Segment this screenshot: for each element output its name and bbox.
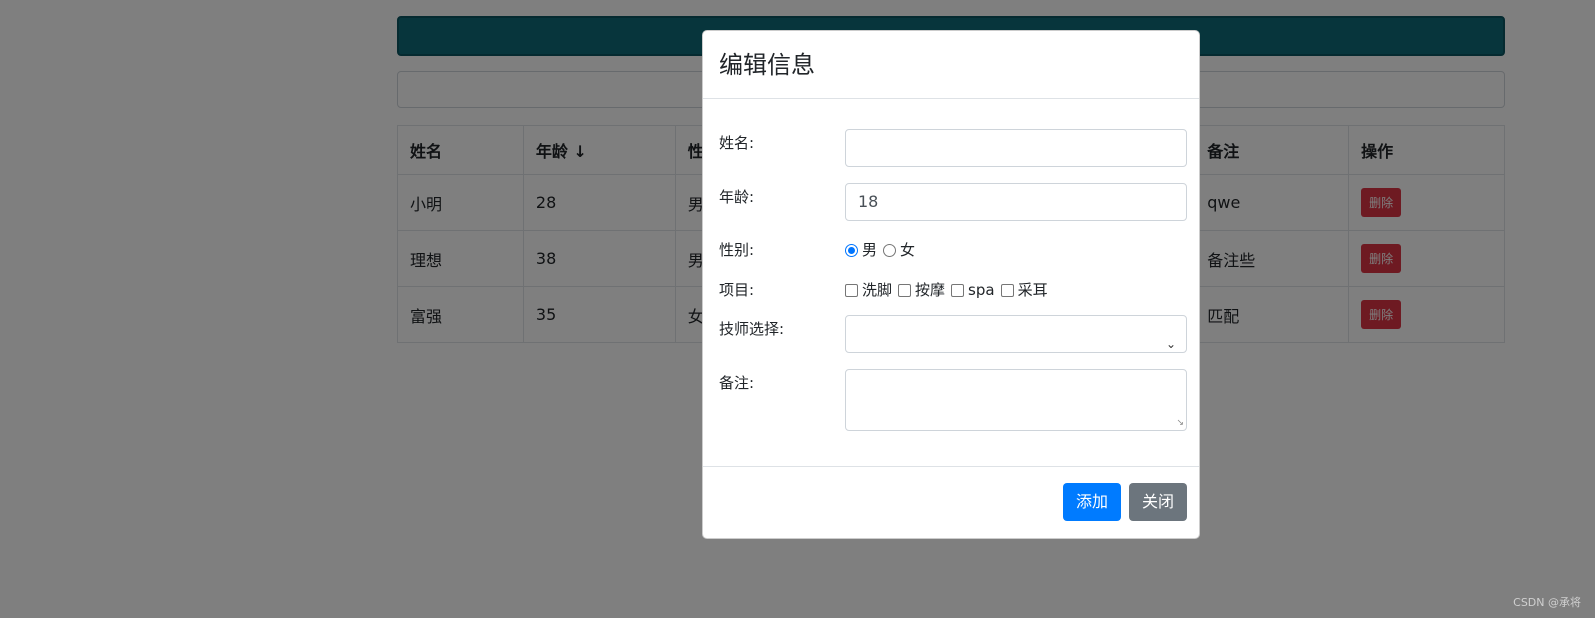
tech-row: 技师选择: ⌄	[719, 315, 1187, 355]
remark-row: 备注: ↘	[719, 369, 1187, 433]
add-button[interactable]: 添加	[1063, 483, 1121, 521]
items-label: 项目:	[719, 281, 755, 299]
age-input[interactable]: 18	[845, 183, 1187, 221]
tech-label: 技师选择:	[719, 320, 785, 338]
checkbox-item-2-label: 按摩	[915, 281, 946, 299]
age-label: 年龄:	[719, 188, 755, 206]
resize-grip-icon[interactable]: ↘	[1176, 418, 1184, 428]
remark-label: 备注:	[719, 374, 755, 392]
name-input[interactable]	[845, 129, 1187, 167]
remark-textarea[interactable]: ↘	[845, 369, 1187, 431]
checkbox-item-3[interactable]	[951, 283, 965, 297]
checkbox-item-2[interactable]	[898, 283, 912, 297]
sex-radio-group: 男 女	[845, 238, 917, 262]
checkbox-item-1-label: 洗脚	[862, 281, 893, 299]
radio-female-label: 女	[900, 241, 916, 259]
radio-male[interactable]	[845, 243, 858, 257]
tech-select[interactable]: ⌄	[845, 315, 1187, 353]
chevron-down-icon: ⌄	[1165, 337, 1176, 351]
dialog-header: 编辑信息	[703, 31, 1199, 99]
close-button[interactable]: 关闭	[1129, 483, 1187, 521]
checkbox-item-3-label: spa	[968, 281, 995, 299]
checkbox-item-1[interactable]	[845, 283, 858, 297]
items-checkbox-group: 洗脚 按摩 spa 采耳	[845, 278, 1050, 302]
dialog-title: 编辑信息	[719, 51, 815, 79]
watermark: CSDN @承将	[1513, 596, 1581, 609]
dialog-body: 姓名: 年龄: 18 性别: 男 女 项目: 洗脚 按摩 spa 采耳 技师选择…	[703, 99, 1199, 467]
radio-male-label: 男	[862, 241, 878, 259]
age-row: 年龄: 18	[719, 183, 1187, 223]
sex-label: 性别:	[719, 241, 755, 259]
name-row: 姓名:	[719, 129, 1187, 169]
sex-row: 性别: 男 女	[719, 238, 1185, 262]
checkbox-item-4-label: 采耳	[1017, 281, 1048, 299]
radio-female[interactable]	[883, 243, 897, 257]
checkbox-item-4[interactable]	[1000, 283, 1014, 297]
edit-dialog: 编辑信息 姓名: 年龄: 18 性别: 男 女 项目: 洗脚 按摩 spa 采耳…	[702, 30, 1200, 539]
dialog-footer: 添加 关闭	[703, 466, 1199, 538]
items-row: 项目: 洗脚 按摩 spa 采耳	[719, 278, 1185, 302]
name-label: 姓名:	[719, 134, 755, 152]
